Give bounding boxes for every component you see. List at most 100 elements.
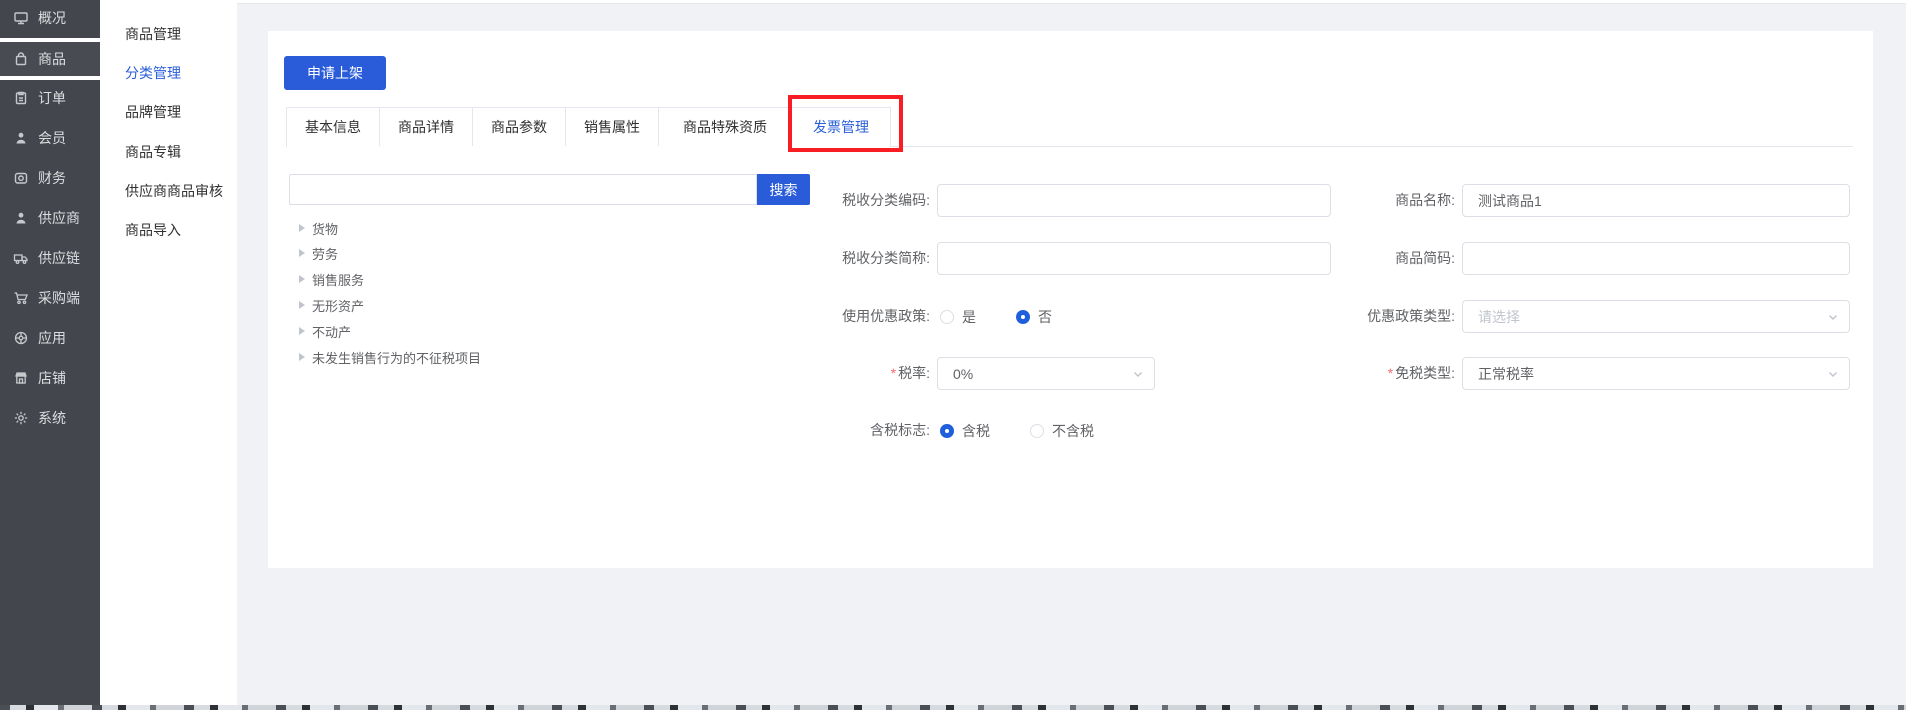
chevron-down-icon — [1827, 311, 1839, 323]
clipboard-icon — [13, 90, 29, 106]
submenu-item-category-mgmt[interactable]: 分类管理 — [100, 60, 237, 86]
tax-code-label: 税收分类编码: — [720, 184, 930, 217]
monitor-icon — [13, 10, 29, 26]
sidebar-item-label: 供应商 — [38, 208, 80, 228]
sidebar-item-system[interactable]: 系统 — [0, 398, 100, 438]
tree-item-goods[interactable]: 货物 — [289, 215, 338, 241]
content-card: 申请上架 基本信息 商品详情 商品参数 销售属性 商品特殊资质 发票管理 搜索 … — [268, 31, 1873, 568]
policy-type-label: 优惠政策类型: — [1245, 300, 1455, 333]
sidebar-item-apps[interactable]: 应用 — [0, 318, 100, 358]
radio-tax-excluded[interactable] — [1030, 424, 1044, 438]
tree-item-non-taxable[interactable]: 未发生销售行为的不征税项目 — [289, 344, 481, 370]
submenu-item-supplier-audit[interactable]: 供应商商品审核 — [100, 178, 237, 204]
caret-right-icon — [299, 327, 305, 335]
tree-item-label: 劳务 — [312, 244, 338, 263]
tree-item-real-estate[interactable]: 不动产 — [289, 318, 351, 344]
tax-short-label: 税收分类简称: — [720, 242, 930, 275]
sidebar-item-label: 财务 — [38, 168, 66, 188]
free-tax-type-select[interactable]: 正常税率 — [1462, 357, 1850, 390]
tree-item-label: 销售服务 — [312, 270, 364, 289]
sidebar-item-finance[interactable]: 财务 — [0, 158, 100, 198]
sidebar-item-shop[interactable]: 店铺 — [0, 358, 100, 398]
tab-goods-params[interactable]: 商品参数 — [473, 108, 566, 146]
tax-search-input[interactable] — [289, 174, 757, 205]
apps-icon — [13, 330, 29, 346]
bag-icon — [13, 51, 29, 67]
sidebar-item-label: 供应链 — [38, 248, 80, 268]
tax-flag-radio-group: 含税 不含税 — [940, 414, 1134, 447]
caret-right-icon — [299, 224, 305, 232]
sidebar-item-label: 采购端 — [38, 288, 80, 308]
shop-icon — [13, 370, 29, 386]
secondary-sidebar: 商品管理 分类管理 品牌管理 商品专辑 供应商商品审核 商品导入 — [100, 0, 237, 705]
cart-icon — [13, 290, 29, 306]
policy-type-select[interactable]: 请选择 — [1462, 300, 1850, 333]
sidebar-item-label: 概况 — [38, 8, 66, 28]
policy-type-placeholder: 请选择 — [1478, 307, 1520, 327]
goods-name-label: 商品名称: — [1245, 184, 1455, 217]
submenu-item-goods-import[interactable]: 商品导入 — [100, 217, 237, 243]
caret-right-icon — [299, 353, 305, 361]
sidebar-item-label: 商品 — [38, 49, 66, 69]
radio-tax-included-label[interactable]: 含税 — [962, 421, 990, 441]
tree-item-label: 货物 — [312, 219, 338, 238]
submenu-item-album[interactable]: 商品专辑 — [100, 139, 237, 165]
sidebar-item-label: 订单 — [38, 88, 66, 108]
radio-no[interactable] — [1016, 310, 1030, 324]
tab-sale-attrs[interactable]: 销售属性 — [566, 108, 659, 146]
tree-item-label: 未发生销售行为的不征税项目 — [312, 348, 481, 367]
tab-bar: 基本信息 商品详情 商品参数 销售属性 商品特殊资质 发票管理 — [286, 107, 891, 147]
tree-item-label: 不动产 — [312, 322, 351, 341]
sidebar-item-goods[interactable]: 商品 — [0, 42, 100, 76]
member-icon — [13, 130, 29, 146]
page-root: 概况 商品 订单 会员 财务 供应商 供应链 采购端 — [0, 0, 1906, 710]
top-header-sliver — [100, 0, 1906, 4]
finance-icon — [13, 170, 29, 186]
goods-name-input[interactable] — [1462, 184, 1850, 217]
tree-item-label: 无形资产 — [312, 296, 364, 315]
sidebar-item-label: 系统 — [38, 408, 66, 428]
tax-rate-value: 0% — [953, 366, 973, 382]
goods-code-label: 商品简码: — [1245, 242, 1455, 275]
radio-yes-label[interactable]: 是 — [962, 307, 976, 327]
taskbar-edge-sliver — [0, 705, 1906, 710]
tax-rate-select[interactable]: 0% — [937, 357, 1155, 390]
tab-invoice-mgmt[interactable]: 发票管理 — [792, 108, 890, 148]
truck-icon — [13, 250, 29, 266]
sidebar-item-members[interactable]: 会员 — [0, 118, 100, 158]
caret-right-icon — [299, 275, 305, 283]
sidebar-item-supply-chain[interactable]: 供应链 — [0, 238, 100, 278]
apply-listing-button[interactable]: 申请上架 — [284, 56, 386, 90]
caret-right-icon — [299, 249, 305, 257]
radio-yes[interactable] — [940, 310, 954, 324]
sidebar-item-label: 应用 — [38, 328, 66, 348]
sidebar-item-supplier[interactable]: 供应商 — [0, 198, 100, 238]
use-policy-radio-group: 是 否 — [940, 300, 1092, 333]
radio-tax-excluded-label[interactable]: 不含税 — [1052, 421, 1094, 441]
submenu-item-brand-mgmt[interactable]: 品牌管理 — [100, 99, 237, 125]
supplier-icon — [13, 210, 29, 226]
tree-item-intangible[interactable]: 无形资产 — [289, 292, 364, 318]
sidebar-item-orders[interactable]: 订单 — [0, 78, 100, 118]
tab-basic-info[interactable]: 基本信息 — [287, 108, 380, 146]
sidebar-item-label: 会员 — [38, 128, 66, 148]
radio-no-label[interactable]: 否 — [1038, 307, 1052, 327]
chevron-down-icon — [1827, 368, 1839, 380]
submenu-item-goods-mgmt[interactable]: 商品管理 — [100, 21, 237, 47]
use-policy-label: 使用优惠政策: — [720, 300, 930, 333]
sidebar-item-label: 店铺 — [38, 368, 66, 388]
tax-flag-label: 含税标志: — [720, 414, 930, 447]
radio-tax-included[interactable] — [940, 424, 954, 438]
gear-icon — [13, 410, 29, 426]
primary-sidebar: 概况 商品 订单 会员 财务 供应商 供应链 采购端 — [0, 0, 100, 705]
tab-special-quals[interactable]: 商品特殊资质 — [659, 108, 792, 146]
tab-goods-detail[interactable]: 商品详情 — [380, 108, 473, 146]
tree-item-sale-service[interactable]: 销售服务 — [289, 266, 364, 292]
goods-code-input[interactable] — [1462, 242, 1850, 275]
tax-rate-label: *税率: — [720, 357, 930, 390]
sidebar-item-overview[interactable]: 概况 — [0, 0, 100, 38]
caret-right-icon — [299, 301, 305, 309]
sidebar-item-procurement[interactable]: 采购端 — [0, 278, 100, 318]
tree-item-labor[interactable]: 劳务 — [289, 240, 338, 266]
free-tax-type-label: *免税类型: — [1245, 357, 1455, 390]
